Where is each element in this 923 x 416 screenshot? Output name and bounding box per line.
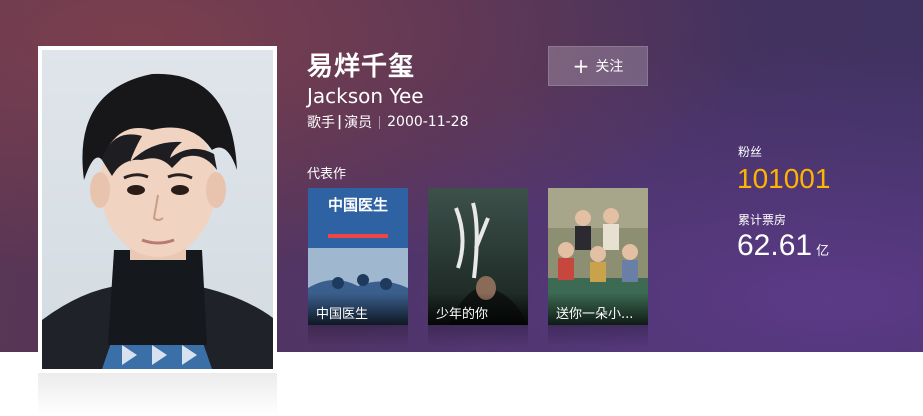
poster-1-logo: 中国医生 bbox=[328, 196, 388, 214]
work-title-3: 送你一朵小... bbox=[548, 293, 648, 325]
role-actor: 演员 bbox=[344, 115, 373, 131]
representative-works-label: 代表作 bbox=[307, 167, 347, 182]
work-title-1: 中国医生 bbox=[308, 293, 408, 325]
role-separator: | bbox=[337, 114, 343, 130]
fans-label: 粉丝 bbox=[738, 145, 763, 159]
box-office-label: 累计票房 bbox=[738, 213, 787, 227]
box-office-unit: 亿 bbox=[816, 243, 830, 258]
avatar-frame bbox=[38, 46, 277, 373]
star-name-english: Jackson Yee bbox=[307, 84, 424, 108]
avatar-reflection bbox=[38, 373, 277, 416]
box-office-total: 62.61 亿 bbox=[737, 229, 829, 263]
avatar-portrait bbox=[42, 73, 273, 369]
poster-reflection-2 bbox=[428, 325, 528, 347]
birth-date: 2000-11-28 bbox=[387, 114, 469, 130]
poster-reflection-3 bbox=[548, 325, 648, 347]
work-poster-3[interactable]: 送你一朵小... bbox=[548, 188, 648, 325]
work-poster-1[interactable]: 中国医生 中国医生 bbox=[308, 188, 408, 325]
plus-icon: + bbox=[572, 54, 590, 78]
meta-divider bbox=[379, 115, 381, 129]
fans-count: 101001 bbox=[737, 163, 831, 194]
avatar bbox=[42, 50, 273, 369]
poster-reflection-1 bbox=[308, 325, 408, 347]
work-poster-2[interactable]: 少年的你 bbox=[428, 188, 528, 325]
box-office-value: 62.61 bbox=[737, 229, 813, 262]
work-title-2: 少年的你 bbox=[428, 293, 528, 325]
role-singer: 歌手 bbox=[307, 115, 335, 131]
star-name-chinese: 易烊千玺 bbox=[307, 52, 416, 82]
follow-button-label: 关注 bbox=[595, 59, 624, 75]
star-meta: 歌手 | 演员 2000-11-28 bbox=[307, 112, 469, 132]
follow-button[interactable]: + 关注 bbox=[548, 46, 648, 86]
